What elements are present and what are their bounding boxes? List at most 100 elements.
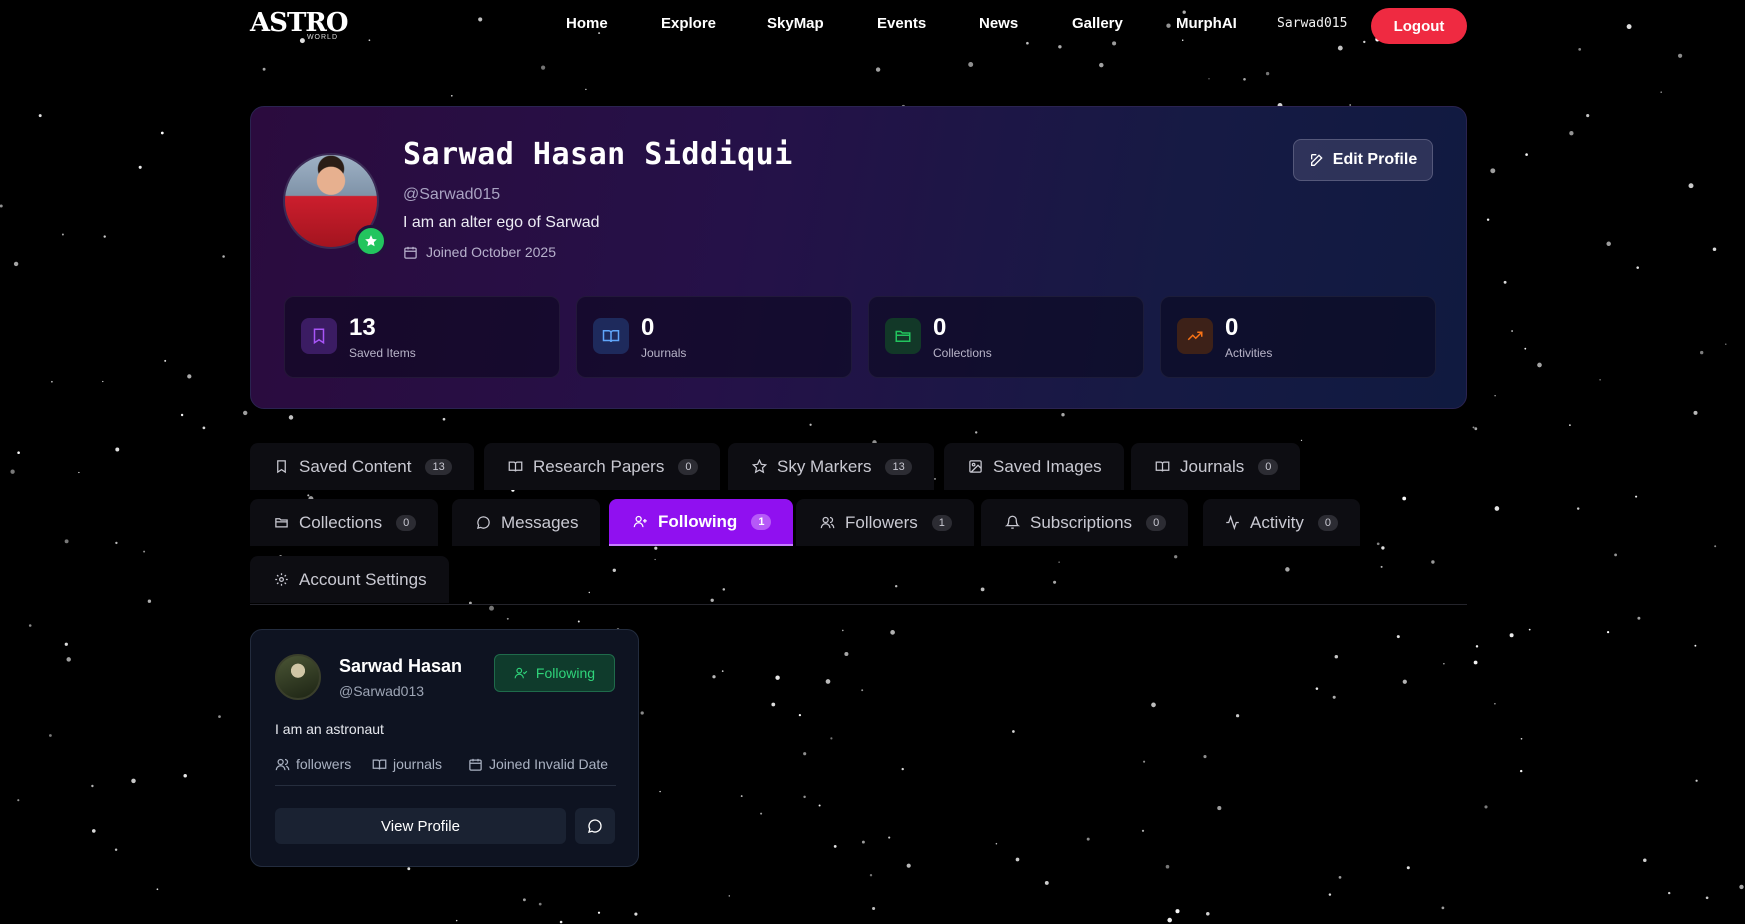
user-joined-meta: Joined Invalid Date [468,756,608,772]
star-dot [1511,330,1514,332]
star-dot [1705,896,1709,900]
nav-news[interactable]: News [979,15,1018,32]
star-dot [1695,779,1698,782]
tab-collections[interactable]: Collections 0 [250,499,439,546]
star-dot [1167,917,1172,923]
star-dot [1086,837,1090,841]
nav-home[interactable]: Home [566,15,608,32]
star-dot [1217,806,1222,811]
star-dot [775,675,780,680]
star-dot [61,233,64,236]
tab-followers[interactable]: Followers 1 [796,499,974,546]
star-dot [597,911,601,914]
nav-events[interactable]: Events [877,15,926,32]
star-dot [1569,424,1571,426]
star-dot [1338,876,1342,879]
nav-username[interactable]: Sarwad015 [1277,16,1347,31]
tab-saved-images[interactable]: Saved Images [944,443,1124,490]
star-dot [968,62,974,67]
message-button[interactable] [575,808,615,844]
star-dot [659,790,661,793]
star-dot [803,795,806,799]
star-dot [1175,909,1180,914]
star-dot [1285,567,1290,572]
star-dot [1537,362,1542,368]
star-dot [710,598,714,602]
star-dot [38,114,42,118]
star-dot [1635,495,1638,498]
tab-saved-content[interactable]: Saved Content 13 [250,443,474,490]
star-dot [760,812,763,815]
star-dot [1112,41,1117,46]
star-dot [869,874,873,877]
nav-explore[interactable]: Explore [661,15,716,32]
star-dot [1700,350,1704,355]
star-dot [740,795,743,798]
tab-following[interactable]: Following 1 [609,499,794,546]
stat-label: Collections [933,346,992,360]
nav-gallery[interactable]: Gallery [1072,15,1123,32]
star-dot [1660,91,1662,93]
card-divider [275,785,616,786]
star-dot [844,651,849,657]
star-dot [506,617,509,620]
star-dot [218,715,221,718]
star-dot [160,131,164,135]
star-dot [28,624,32,627]
star-dot [187,374,192,379]
star-dot [143,550,146,553]
star-dot [875,67,881,72]
tab-journals[interactable]: Journals 0 [1131,443,1301,490]
star-dot [598,32,601,35]
star-dot [147,599,152,603]
tab-label: Saved Images [993,456,1102,476]
star-dot [1431,560,1435,564]
logo-text: ASTRO [250,8,349,38]
following-toggle-button[interactable]: Following [494,654,615,692]
star-dot [13,261,19,267]
star-dot [1044,880,1049,885]
star-dot [541,65,546,70]
book-icon [593,318,629,354]
tab-sky-markers[interactable]: Sky Markers 13 [728,443,934,490]
nav-murphai[interactable]: MurphAI [1176,15,1237,32]
star-dot [288,415,294,420]
star-dot [1614,553,1617,557]
profile-name: Sarwad Hasan Siddiqui [403,137,793,172]
tab-account-settings[interactable]: Account Settings [250,556,449,603]
star-dot [1484,805,1488,809]
star-dot [894,584,898,588]
nav-skymap[interactable]: SkyMap [767,15,824,32]
star-dot [1151,702,1156,708]
user-avatar[interactable] [275,654,321,700]
bell-icon [1005,515,1020,530]
star-dot [115,541,118,545]
star-dot [1208,78,1210,80]
profile-joined: Joined October 2025 [403,244,556,260]
tab-research-papers[interactable]: Research Papers 0 [484,443,721,490]
star-icon [752,459,767,474]
tab-label: Journals [1180,456,1245,476]
view-profile-button[interactable]: View Profile [275,808,566,844]
tab-count: 0 [1317,514,1338,531]
user-check-icon [514,666,528,680]
logout-button[interactable]: Logout [1371,8,1467,44]
star-dot [538,902,542,906]
star-dot [1265,71,1270,76]
star-dot [17,799,20,802]
edit-profile-button[interactable]: Edit Profile [1293,139,1433,181]
star-dot [1381,546,1385,550]
star-dot [478,17,483,22]
tab-subscriptions[interactable]: Subscriptions 0 [981,499,1189,546]
star-dot [114,848,118,852]
profile-joined-text: Joined October 2025 [426,244,556,260]
star-dot [1380,565,1383,568]
star-dot [934,478,936,480]
user-name[interactable]: Sarwad Hasan [339,656,462,677]
star-dot [243,410,248,416]
astro-world-logo[interactable]: ASTRO WORLD [250,8,349,44]
tab-messages[interactable]: Messages [452,499,601,546]
star-dot [156,888,159,891]
star-dot [202,426,206,430]
tab-activity[interactable]: Activity 0 [1203,499,1360,546]
